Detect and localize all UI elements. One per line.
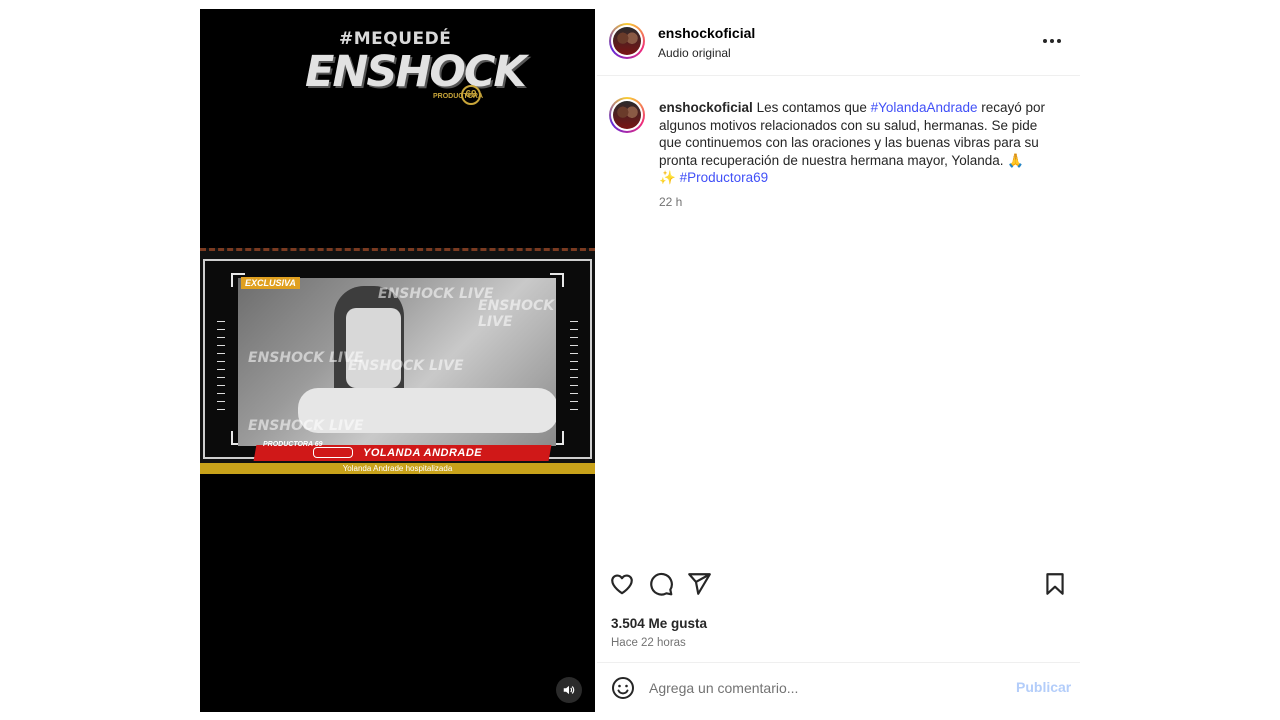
- news-ticker: Yolanda Andrade hospitalizada: [200, 463, 595, 474]
- hashtag-link[interactable]: #Productora69: [680, 170, 769, 185]
- action-bar: [597, 571, 1080, 601]
- emoji-icon: [612, 677, 634, 699]
- caption-timestamp[interactable]: 22 h: [659, 195, 682, 209]
- frame-ruler-left: [217, 321, 225, 411]
- video-frame-border: ENSHOCK LIVE ENSHOCK LIVE ENSHOCK LIVE E…: [203, 259, 592, 461]
- avatar[interactable]: [609, 23, 645, 59]
- post-header: enshockoficial Audio original: [597, 9, 1080, 76]
- comment-bar: Publicar: [597, 662, 1080, 712]
- post-caption: enshockoficial Les contamos que #Yolanda…: [659, 99, 1049, 187]
- exclusive-badge: EXCLUSIVA: [241, 277, 300, 289]
- mute-button[interactable]: [556, 677, 582, 703]
- logo-69-badge: 69: [461, 85, 481, 105]
- play-icon: [313, 447, 353, 458]
- caption-avatar[interactable]: [609, 97, 645, 133]
- hospital-scene-image: ENSHOCK LIVE ENSHOCK LIVE ENSHOCK LIVE E…: [238, 278, 556, 446]
- save-button[interactable]: [1042, 571, 1068, 597]
- ticker-text: Yolanda Andrade hospitalizada: [342, 464, 453, 473]
- like-button[interactable]: [609, 571, 635, 597]
- caption-text: ✨: [659, 170, 680, 185]
- audio-link[interactable]: Audio original: [658, 46, 731, 60]
- frame-ruler-right: [570, 321, 578, 411]
- more-horizontal-icon: [1043, 39, 1047, 43]
- publish-button[interactable]: Publicar: [1016, 679, 1071, 695]
- watermark: ENSHOCK LIVE: [348, 358, 464, 374]
- lower-third: PRODUCTORA 69 YOLANDA ANDRADE: [253, 441, 555, 463]
- post-time-ago[interactable]: Hace 22 horas: [611, 637, 686, 649]
- header-username[interactable]: enshockoficial: [658, 25, 755, 41]
- post-video[interactable]: #MEQUEDÉ ENSHOCK PRODUCTORA 69 ENSHOCK L…: [200, 9, 595, 712]
- share-button[interactable]: [686, 571, 712, 597]
- enshock-logo: #MEQUEDÉ ENSHOCK PRODUCTORA 69: [305, 25, 527, 117]
- more-options-button[interactable]: [1043, 35, 1065, 47]
- bookmark-icon: [1046, 573, 1064, 595]
- scene-coat: [346, 308, 401, 388]
- heart-icon: [611, 574, 633, 595]
- likes-count[interactable]: 3.504 Me gusta: [611, 616, 707, 631]
- post-side-panel: enshockoficial Audio original enshockofi…: [597, 9, 1080, 712]
- caption-username[interactable]: enshockoficial: [659, 100, 753, 115]
- speaker-icon: [563, 685, 575, 695]
- hashtag-link[interactable]: #YolandaAndrade: [871, 100, 978, 115]
- watermark: ENSHOCK LIVE: [248, 350, 364, 366]
- instagram-post: #MEQUEDÉ ENSHOCK PRODUCTORA 69 ENSHOCK L…: [200, 9, 1080, 712]
- comment-button[interactable]: [648, 571, 674, 597]
- logo-hashtag: #MEQUEDÉ: [339, 29, 452, 49]
- watermark: ENSHOCK LIVE: [248, 418, 364, 434]
- caption-text: Les contamos que: [756, 100, 871, 115]
- logo-wordmark: ENSHOCK: [305, 47, 527, 97]
- lower-third-name: YOLANDA ANDRADE: [363, 447, 483, 459]
- emoji-button[interactable]: [611, 676, 635, 700]
- comment-input[interactable]: [649, 676, 999, 700]
- comment-icon: [650, 572, 673, 596]
- watermark: ENSHOCK LIVE: [478, 298, 555, 330]
- send-icon: [688, 573, 711, 595]
- watermark: ENSHOCK LIVE: [378, 286, 494, 302]
- video-frame: ENSHOCK LIVE ENSHOCK LIVE ENSHOCK LIVE E…: [200, 248, 595, 474]
